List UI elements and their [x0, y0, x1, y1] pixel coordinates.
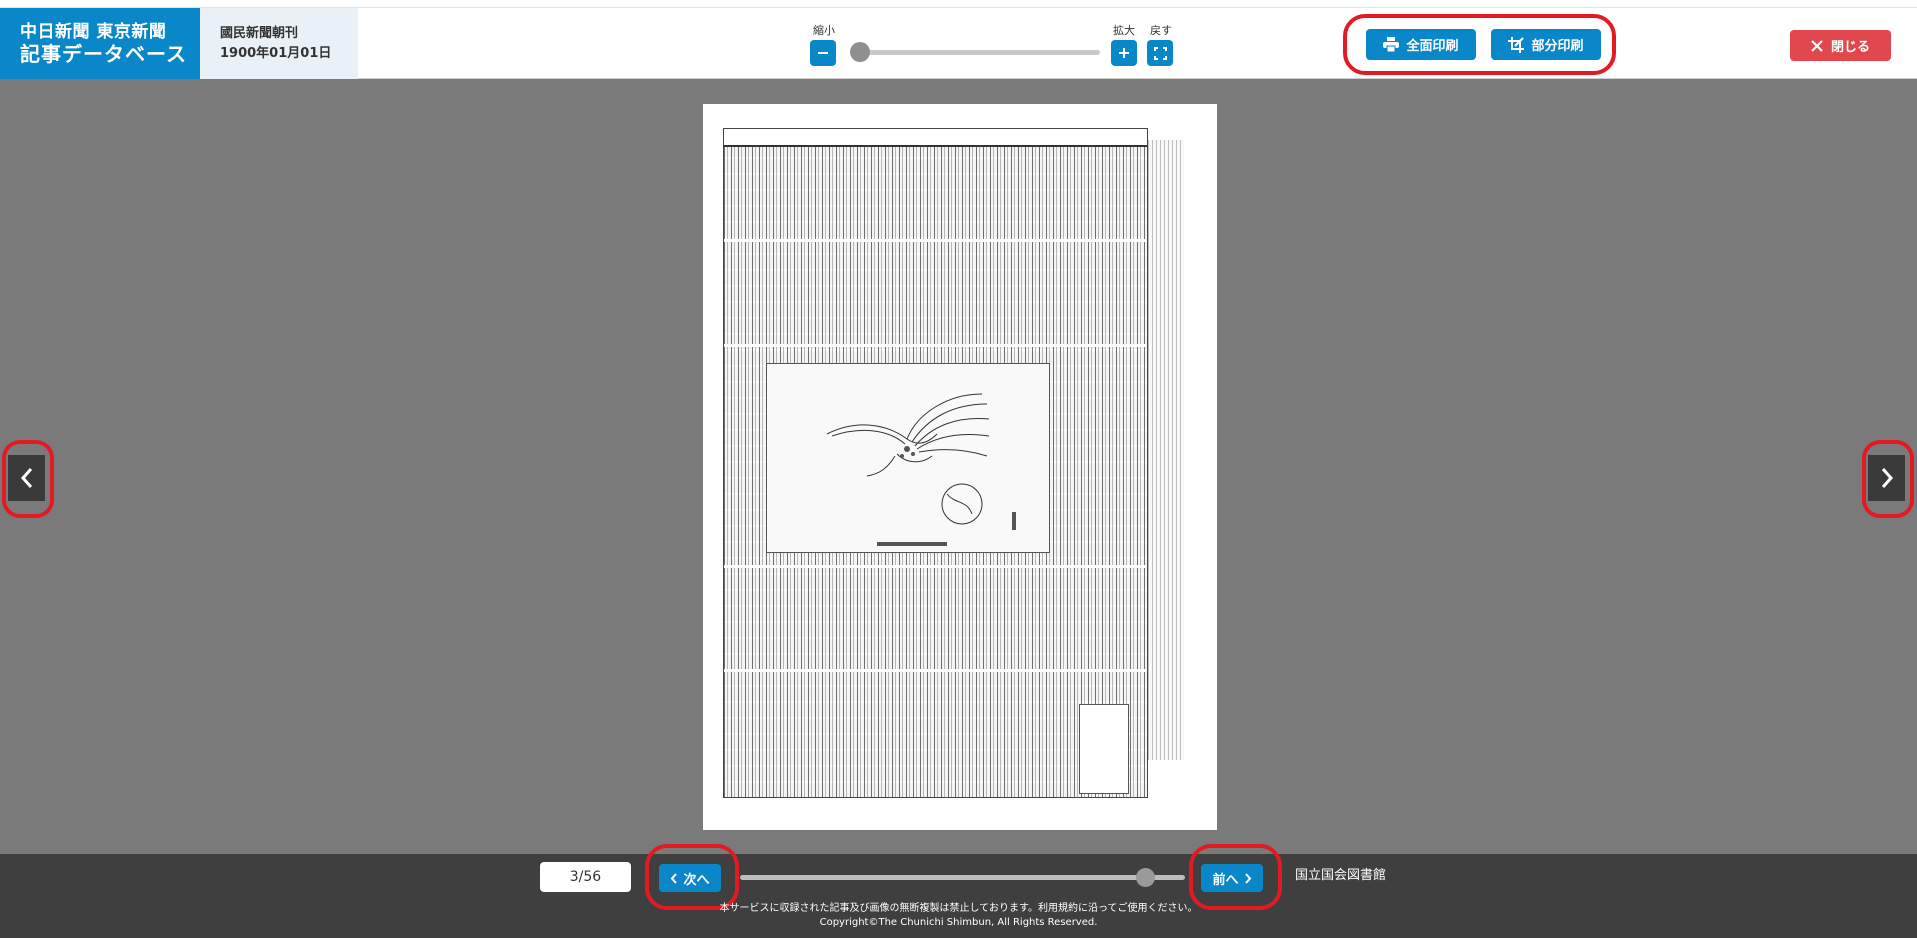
chevron-left-icon [671, 872, 678, 884]
site-logo[interactable]: 中日新聞 東京新聞 記事データベース [0, 8, 200, 79]
top-strip [0, 0, 1917, 8]
partial-print-label: 部分印刷 [1531, 39, 1584, 54]
prev-button[interactable]: 前へ [1201, 864, 1263, 892]
close-label: 閉じる [1830, 40, 1870, 55]
page-count: 3/56 [540, 862, 631, 892]
zoom-slider[interactable] [850, 50, 1100, 55]
paper-info: 國民新聞朝刊 1900年01月01日 [200, 8, 358, 79]
zoom-in-label: 拡大 [1113, 24, 1135, 37]
plus-icon [1119, 48, 1129, 58]
partial-print-button[interactable]: 部分印刷 [1491, 29, 1601, 60]
close-icon [1811, 39, 1823, 52]
footer-notice: 本サービスに収録された記事及び画像の無断複製は禁止しております。利用規約に沿って… [0, 902, 1917, 930]
chevron-right-icon [1881, 468, 1893, 488]
full-print-button[interactable]: 全面印刷 [1366, 29, 1476, 60]
fullscreen-icon [1153, 46, 1167, 60]
library-credit: 国立国会図書館 [1295, 868, 1387, 883]
reset-label: 戻す [1150, 24, 1172, 37]
paper-name: 國民新聞朝刊 [220, 26, 299, 41]
next-page-arrow[interactable] [1868, 455, 1905, 501]
close-button[interactable]: 閉じる [1790, 30, 1891, 61]
prev-label: 前へ [1212, 872, 1239, 888]
copyright-text: Copyright©The Chunichi Shimbun, All Righ… [819, 917, 1098, 928]
zoom-out-button[interactable] [810, 40, 836, 66]
logo-line2: 記事データベース [20, 42, 187, 66]
zoom-out-label: 縮小 [813, 24, 835, 37]
chevron-left-icon [20, 468, 32, 488]
prev-page-arrow[interactable] [8, 455, 45, 501]
usage-notice: 本サービスに収録された記事及び画像の無断複製は禁止しております。利用規約に沿って… [719, 903, 1198, 914]
newspaper-illustration [766, 363, 1050, 553]
newspaper-advertisement [1079, 704, 1129, 794]
phoenix-illustration [826, 393, 1016, 546]
header: 中日新聞 東京新聞 記事データベース 國民新聞朝刊 1900年01月01日 縮小… [0, 8, 1917, 79]
newspaper-masthead [724, 129, 1147, 147]
minus-icon [818, 52, 828, 54]
next-label: 次へ [683, 872, 710, 888]
logo-line1: 中日新聞 東京新聞 [20, 22, 167, 42]
crop-icon [1508, 36, 1525, 53]
next-button[interactable]: 次へ [659, 864, 721, 892]
paper-date: 1900年01月01日 [220, 46, 332, 61]
page-slider[interactable] [740, 875, 1185, 880]
printer-icon [1383, 37, 1400, 52]
zoom-slider-handle[interactable] [850, 42, 870, 62]
full-print-label: 全面印刷 [1406, 39, 1459, 54]
newspaper-page-image[interactable] [703, 104, 1217, 830]
reset-zoom-button[interactable] [1147, 40, 1173, 66]
zoom-in-button[interactable] [1111, 40, 1137, 66]
newspaper-margin [1148, 140, 1184, 760]
chevron-right-icon [1244, 872, 1251, 884]
newspaper-print [723, 128, 1148, 798]
